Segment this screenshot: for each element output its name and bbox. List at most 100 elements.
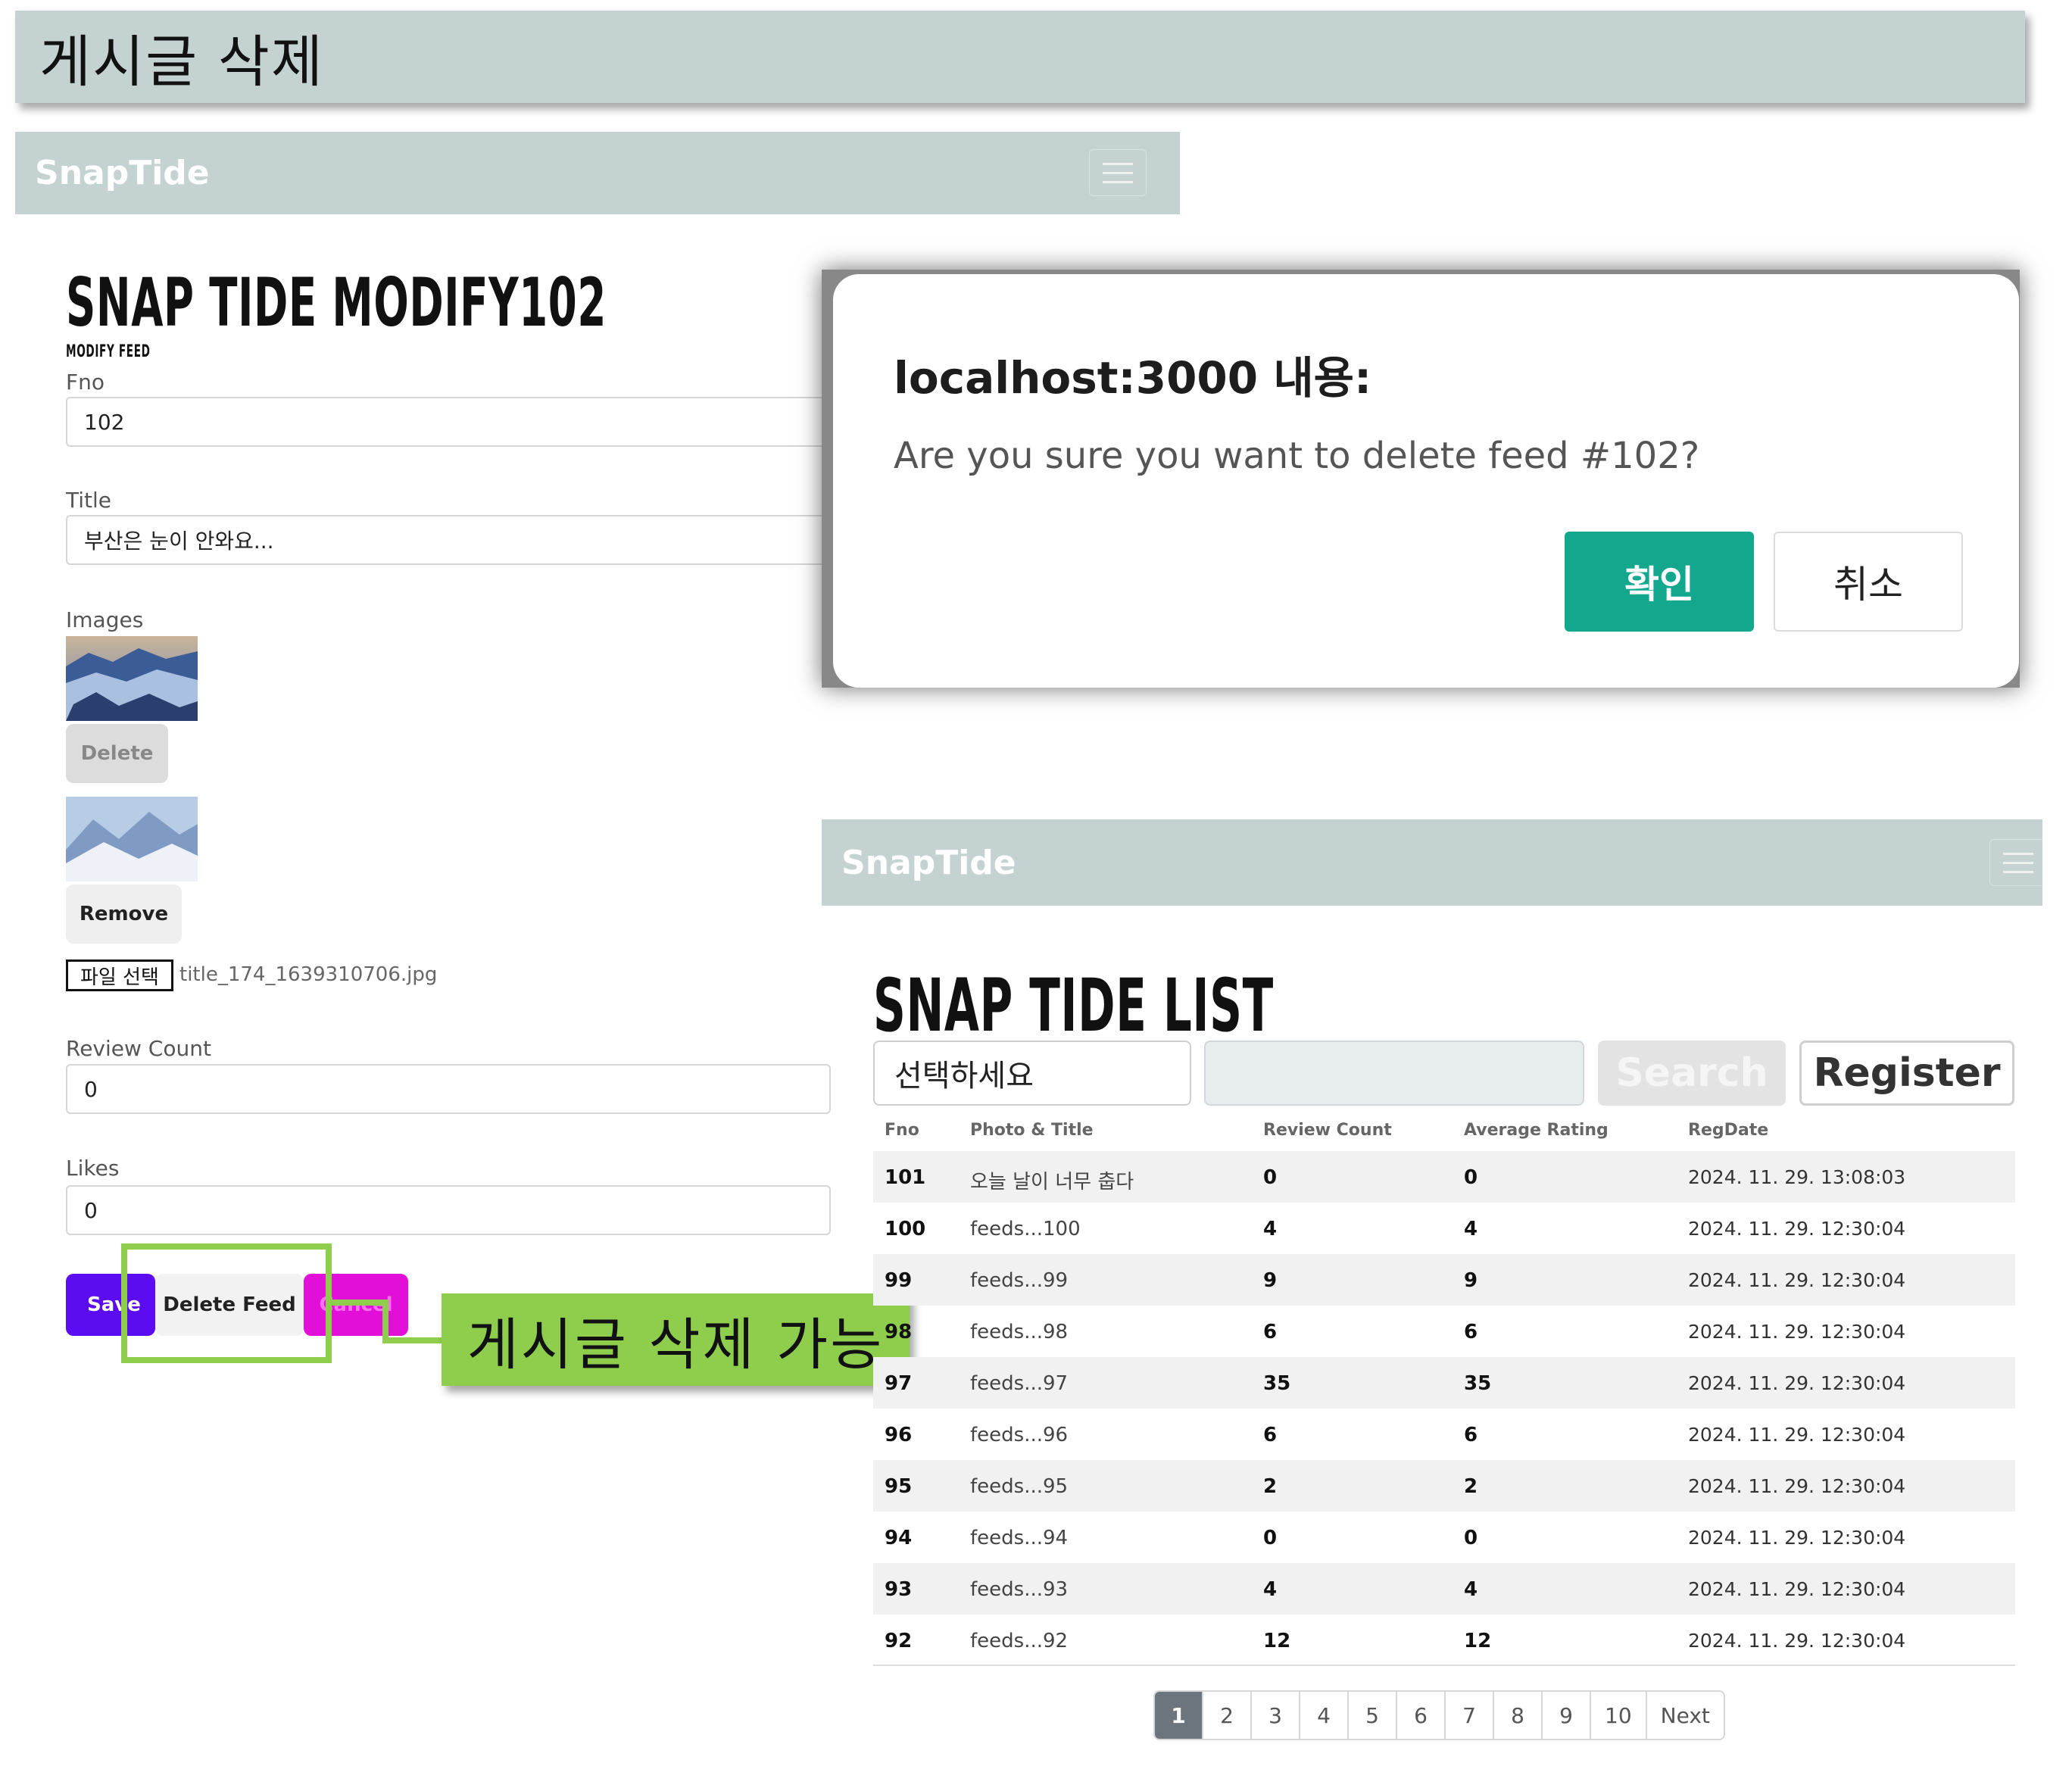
- cell-title[interactable]: 오늘 날이 너무 춥다: [970, 1166, 1134, 1194]
- page-link-9[interactable]: 9: [1543, 1692, 1591, 1739]
- cell-regdate: 2024. 11. 29. 12:30:04: [1688, 1630, 1906, 1652]
- annotation-text: 게시글 삭제 가능: [467, 1312, 885, 1378]
- table-row[interactable]: 97 feeds...97 35 35 2024. 11. 29. 12:30:…: [873, 1357, 2015, 1409]
- cell-average-rating: 0: [1464, 1527, 1478, 1549]
- review-count-label: Review Count: [66, 1036, 211, 1061]
- cell-review-count: 2: [1263, 1475, 1278, 1498]
- navbar-toggler-icon[interactable]: [1089, 149, 1147, 196]
- cell-title[interactable]: feeds...97: [970, 1372, 1068, 1395]
- page-link-6[interactable]: 6: [1397, 1692, 1446, 1739]
- cell-review-count: 4: [1263, 1218, 1278, 1240]
- table-row[interactable]: 94 feeds...94 0 0 2024. 11. 29. 12:30:04: [873, 1512, 2015, 1563]
- cell-title[interactable]: feeds...92: [970, 1630, 1068, 1652]
- cell-fno: 94: [885, 1527, 913, 1549]
- delete-image-button[interactable]: Delete: [66, 724, 168, 783]
- title-field[interactable]: 부산은 눈이 안와요...: [66, 515, 831, 565]
- cell-regdate: 2024. 11. 29. 12:30:04: [1688, 1269, 1906, 1291]
- dialog-message: Are you sure you want to delete feed #10…: [894, 435, 1700, 477]
- column-header[interactable]: RegDate: [1688, 1121, 1768, 1140]
- cell-fno: 99: [885, 1269, 913, 1292]
- cell-average-rating: 4: [1464, 1218, 1478, 1240]
- table-row[interactable]: 98 feeds...98 6 6 2024. 11. 29. 12:30:04: [873, 1306, 2015, 1357]
- cell-review-count: 12: [1263, 1630, 1291, 1652]
- modify-page-title: SNAP TIDE MODIFY102: [66, 264, 607, 342]
- cell-regdate: 2024. 11. 29. 12:30:04: [1688, 1372, 1906, 1394]
- cell-average-rating: 35: [1464, 1372, 1492, 1395]
- search-type-select[interactable]: 선택하세요: [873, 1041, 1191, 1106]
- remove-image-button[interactable]: Remove: [66, 885, 182, 944]
- navbar-brand[interactable]: SnapTide: [35, 154, 210, 192]
- column-header[interactable]: Review Count: [1263, 1121, 1392, 1140]
- column-header[interactable]: Fno: [885, 1121, 919, 1140]
- annotation-connector: [382, 1337, 443, 1343]
- likes-label: Likes: [66, 1156, 120, 1181]
- register-button[interactable]: Register: [1799, 1041, 2014, 1106]
- file-select-button[interactable]: 파일 선택: [66, 959, 173, 991]
- column-header[interactable]: Average Rating: [1464, 1121, 1609, 1140]
- search-input[interactable]: [1204, 1041, 1584, 1106]
- confirm-dialog: localhost:3000 내용: Are you sure you want…: [833, 274, 2019, 688]
- review-count-field[interactable]: 0: [66, 1064, 831, 1114]
- cell-title[interactable]: feeds...98: [970, 1321, 1068, 1343]
- search-button[interactable]: Search: [1598, 1041, 1786, 1106]
- cell-fno: 97: [885, 1372, 913, 1395]
- cell-regdate: 2024. 11. 29. 12:30:04: [1688, 1218, 1906, 1240]
- page-link-10[interactable]: 10: [1591, 1692, 1647, 1739]
- cell-regdate: 2024. 11. 29. 12:30:04: [1688, 1578, 1906, 1600]
- fno-label: Fno: [66, 370, 105, 395]
- file-name: title_174_1639310706.jpg: [179, 963, 438, 986]
- table-row[interactable]: 93 feeds...93 4 4 2024. 11. 29. 12:30:04: [873, 1563, 2015, 1615]
- cell-review-count: 35: [1263, 1372, 1291, 1395]
- cell-regdate: 2024. 11. 29. 12:30:04: [1688, 1424, 1906, 1446]
- cell-average-rating: 0: [1464, 1166, 1478, 1189]
- images-label: Images: [66, 607, 144, 632]
- cell-title[interactable]: feeds...96: [970, 1424, 1068, 1446]
- list-navbar: SnapTide: [822, 819, 2047, 906]
- table-row[interactable]: 96 feeds...96 6 6 2024. 11. 29. 12:30:04: [873, 1409, 2015, 1460]
- cell-average-rating: 6: [1464, 1321, 1478, 1343]
- page-link-5[interactable]: 5: [1349, 1692, 1397, 1739]
- page-link-7[interactable]: 7: [1446, 1692, 1494, 1739]
- table-row[interactable]: 92 feeds...92 12 12 2024. 11. 29. 12:30:…: [873, 1615, 2015, 1666]
- page-link-1[interactable]: 1: [1155, 1692, 1203, 1739]
- annotation-highlight: [121, 1243, 332, 1363]
- modify-navbar: SnapTide: [15, 132, 1180, 214]
- cell-average-rating: 4: [1464, 1578, 1478, 1601]
- dialog-cancel-button[interactable]: 취소: [1774, 532, 1963, 632]
- table-row[interactable]: 99 feeds...99 9 9 2024. 11. 29. 12:30:04: [873, 1254, 2015, 1306]
- page-link-8[interactable]: 8: [1494, 1692, 1543, 1739]
- cell-title[interactable]: feeds...93: [970, 1578, 1068, 1601]
- cell-average-rating: 12: [1464, 1630, 1492, 1652]
- pagination: 1 2 3 4 5 6 7 8 9 10 Next: [1153, 1690, 1725, 1740]
- annotation-label: 게시글 삭제 가능: [442, 1293, 910, 1386]
- fno-field[interactable]: 102: [66, 397, 831, 447]
- dialog-ok-button[interactable]: 확인: [1565, 532, 1754, 632]
- column-header[interactable]: Photo & Title: [970, 1121, 1094, 1140]
- slide-title: 게시글 삭제: [39, 29, 324, 95]
- table-row[interactable]: 95 feeds...95 2 2 2024. 11. 29. 12:30:04: [873, 1460, 2015, 1512]
- navbar-brand[interactable]: SnapTide: [841, 844, 1016, 882]
- page-link-3[interactable]: 3: [1252, 1692, 1300, 1739]
- cell-average-rating: 9: [1464, 1269, 1478, 1292]
- cell-title[interactable]: feeds...94: [970, 1527, 1068, 1549]
- cell-title[interactable]: feeds...95: [970, 1475, 1068, 1498]
- cell-title[interactable]: feeds...100: [970, 1218, 1081, 1240]
- cell-regdate: 2024. 11. 29. 13:08:03: [1688, 1166, 1906, 1188]
- next-page-link[interactable]: Next: [1646, 1692, 1724, 1739]
- page-link-2[interactable]: 2: [1203, 1692, 1252, 1739]
- table-row[interactable]: 101 오늘 날이 너무 춥다 0 0 2024. 11. 29. 13:08:…: [873, 1151, 2015, 1203]
- page-link-4[interactable]: 4: [1300, 1692, 1349, 1739]
- cell-fno: 101: [885, 1166, 926, 1189]
- cell-review-count: 0: [1263, 1527, 1278, 1549]
- cell-fno: 96: [885, 1424, 913, 1446]
- cell-review-count: 6: [1263, 1321, 1278, 1343]
- cell-average-rating: 2: [1464, 1475, 1478, 1498]
- navbar-toggler-icon[interactable]: [1989, 839, 2047, 886]
- likes-field[interactable]: 0: [66, 1185, 831, 1235]
- table-header: Fno Photo & Title Review Count Average R…: [873, 1113, 2015, 1153]
- cell-average-rating: 6: [1464, 1424, 1478, 1446]
- cell-title[interactable]: feeds...99: [970, 1269, 1068, 1292]
- table-row[interactable]: 100 feeds...100 4 4 2024. 11. 29. 12:30:…: [873, 1203, 2015, 1254]
- cell-fno: 93: [885, 1578, 913, 1601]
- title-label: Title: [66, 488, 112, 513]
